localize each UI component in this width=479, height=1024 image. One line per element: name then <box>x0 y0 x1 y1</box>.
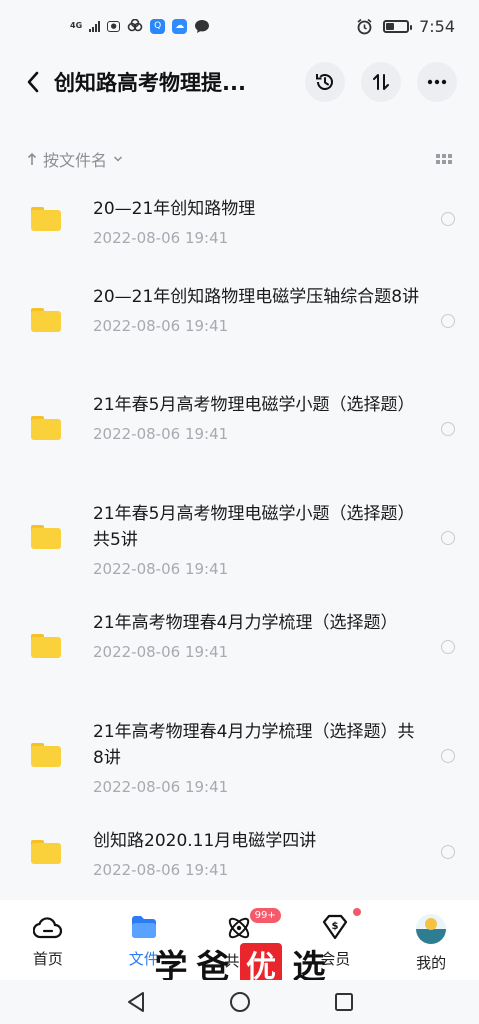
folder-icon <box>31 416 61 440</box>
select-checkbox[interactable] <box>441 314 455 328</box>
share-icon <box>229 917 250 939</box>
nav-label: 我的 <box>416 954 447 972</box>
file-date: 2022-08-06 19:41 <box>93 778 229 796</box>
file-row[interactable]: 21年高考物理春4月力学梳理（选择题）共8讲 2022-08-06 19:41 <box>0 716 479 825</box>
file-name: 21年高考物理春4月力学梳理（选择题） <box>93 613 398 633</box>
select-checkbox[interactable] <box>441 749 455 763</box>
file-date: 2022-08-06 19:41 <box>93 560 229 578</box>
link-icon <box>127 19 143 32</box>
vip-icon: $ <box>323 914 348 940</box>
file-info: 21年春5月高考物理电磁学小题（选择题）共5讲 2022-08-06 19:41 <box>93 498 441 579</box>
header-actions <box>305 62 457 102</box>
file-date: 2022-08-06 19:41 <box>93 229 229 247</box>
sort-button[interactable] <box>361 62 401 102</box>
file-name: 21年春5月高考物理电磁学小题（选择题） <box>93 395 415 415</box>
arrow-up-icon <box>27 152 37 165</box>
status-bar: 4G ● Q ☁ 7:54 <box>0 0 479 52</box>
file-info: 21年高考物理春4月力学梳理（选择题）共8讲 2022-08-06 19:41 <box>93 716 441 797</box>
nav-label: 首页 <box>32 950 63 968</box>
select-checkbox[interactable] <box>441 640 455 654</box>
clock: 7:54 <box>419 16 455 36</box>
file-date: 2022-08-06 19:41 <box>93 861 229 879</box>
triangle-back-icon <box>127 992 144 1012</box>
nav-profile[interactable]: 我的 <box>383 900 479 980</box>
grid-view-icon[interactable] <box>436 154 452 164</box>
folder-icon <box>31 743 61 767</box>
circle-home-icon <box>229 992 250 1012</box>
file-row[interactable]: 21年春5月高考物理电磁学小题（选择题） 2022-08-06 19:41 <box>0 389 479 498</box>
home-icon <box>32 917 62 939</box>
folder-icon <box>31 525 61 549</box>
file-row[interactable]: 20—21年创知路物理 2022-08-06 19:41 <box>0 182 479 281</box>
file-info: 21年高考物理春4月力学梳理（选择题） 2022-08-06 19:41 <box>93 607 441 662</box>
more-icon <box>427 79 447 85</box>
file-row[interactable]: 21年高考物理春4月力学梳理（选择题） 2022-08-06 19:41 <box>0 607 479 716</box>
alarm-icon <box>357 18 372 34</box>
avatar <box>416 914 447 944</box>
square-recents-icon <box>334 993 353 1011</box>
file-info: 21年春5月高考物理电磁学小题（选择题） 2022-08-06 19:41 <box>93 389 441 444</box>
status-left: 4G ● Q ☁ <box>70 18 210 34</box>
file-info: 20—21年创知路物理电磁学压轴综合题8讲 2022-08-06 19:41 <box>93 281 441 336</box>
sort-bar: 按文件名 <box>0 146 479 172</box>
back-icon <box>27 71 39 93</box>
svg-text:$: $ <box>332 921 339 932</box>
file-info: 20—21年创知路物理 2022-08-06 19:41 <box>93 182 441 248</box>
sim-icon: ● <box>107 20 121 32</box>
status-right: 7:54 <box>356 17 455 36</box>
qq-app-icon: Q <box>150 18 166 34</box>
system-home-button[interactable] <box>228 990 252 1014</box>
header: 创知路高考物理提... <box>0 58 479 106</box>
sort-label: 按文件名 <box>43 151 108 170</box>
page-title: 创知路高考物理提... <box>54 71 246 95</box>
history-icon <box>316 74 333 90</box>
folder-icon <box>31 207 61 231</box>
file-date: 2022-08-06 19:41 <box>93 317 229 335</box>
system-nav <box>0 980 479 1024</box>
battery-icon <box>383 19 413 33</box>
folder-icon <box>31 840 61 864</box>
folder-icon <box>31 634 61 658</box>
system-back-button[interactable] <box>124 990 148 1014</box>
folder-icon <box>31 308 61 332</box>
select-checkbox[interactable] <box>441 845 455 859</box>
file-name: 创知路2020.11月电磁学四讲 <box>93 831 317 851</box>
cloud-app-icon: ☁ <box>172 18 188 34</box>
select-checkbox[interactable] <box>441 212 455 226</box>
file-name: 21年春5月高考物理电磁学小题（选择题）共5讲 <box>93 504 415 550</box>
file-name: 20—21年创知路物理 <box>93 199 256 219</box>
file-icon <box>131 916 156 938</box>
select-checkbox[interactable] <box>441 422 455 436</box>
network-type: 4G <box>70 21 83 30</box>
notification-badge: 99+ <box>249 908 281 923</box>
file-row[interactable]: 21年春5月高考物理电磁学小题（选择题）共5讲 2022-08-06 19:41 <box>0 498 479 607</box>
watermark-stamp: 优 <box>240 943 282 985</box>
system-recents-button[interactable] <box>332 990 356 1014</box>
history-button[interactable] <box>305 62 345 102</box>
more-button[interactable] <box>417 62 457 102</box>
file-date: 2022-08-06 19:41 <box>93 643 229 661</box>
back-button[interactable] <box>18 62 48 102</box>
chevron-down-icon <box>113 156 123 162</box>
file-list: 20—21年创知路物理 2022-08-06 19:41 20—21年创知路物理… <box>0 182 479 915</box>
select-checkbox[interactable] <box>441 531 455 545</box>
signal-icon <box>89 20 101 32</box>
message-icon <box>195 19 210 33</box>
notification-dot <box>353 908 362 916</box>
sort-by-name-toggle[interactable]: 按文件名 <box>27 147 123 171</box>
file-info: 创知路2020.11月电磁学四讲 2022-08-06 19:41 <box>93 825 441 880</box>
nav-home[interactable]: 首页 <box>0 900 96 980</box>
file-row[interactable]: 20—21年创知路物理电磁学压轴综合题8讲 2022-08-06 19:41 <box>0 281 479 389</box>
sort-icon <box>373 74 389 90</box>
file-date: 2022-08-06 19:41 <box>93 425 229 443</box>
file-name: 20—21年创知路物理电磁学压轴综合题8讲 <box>93 287 420 307</box>
file-name: 21年高考物理春4月力学梳理（选择题）共8讲 <box>93 722 415 768</box>
